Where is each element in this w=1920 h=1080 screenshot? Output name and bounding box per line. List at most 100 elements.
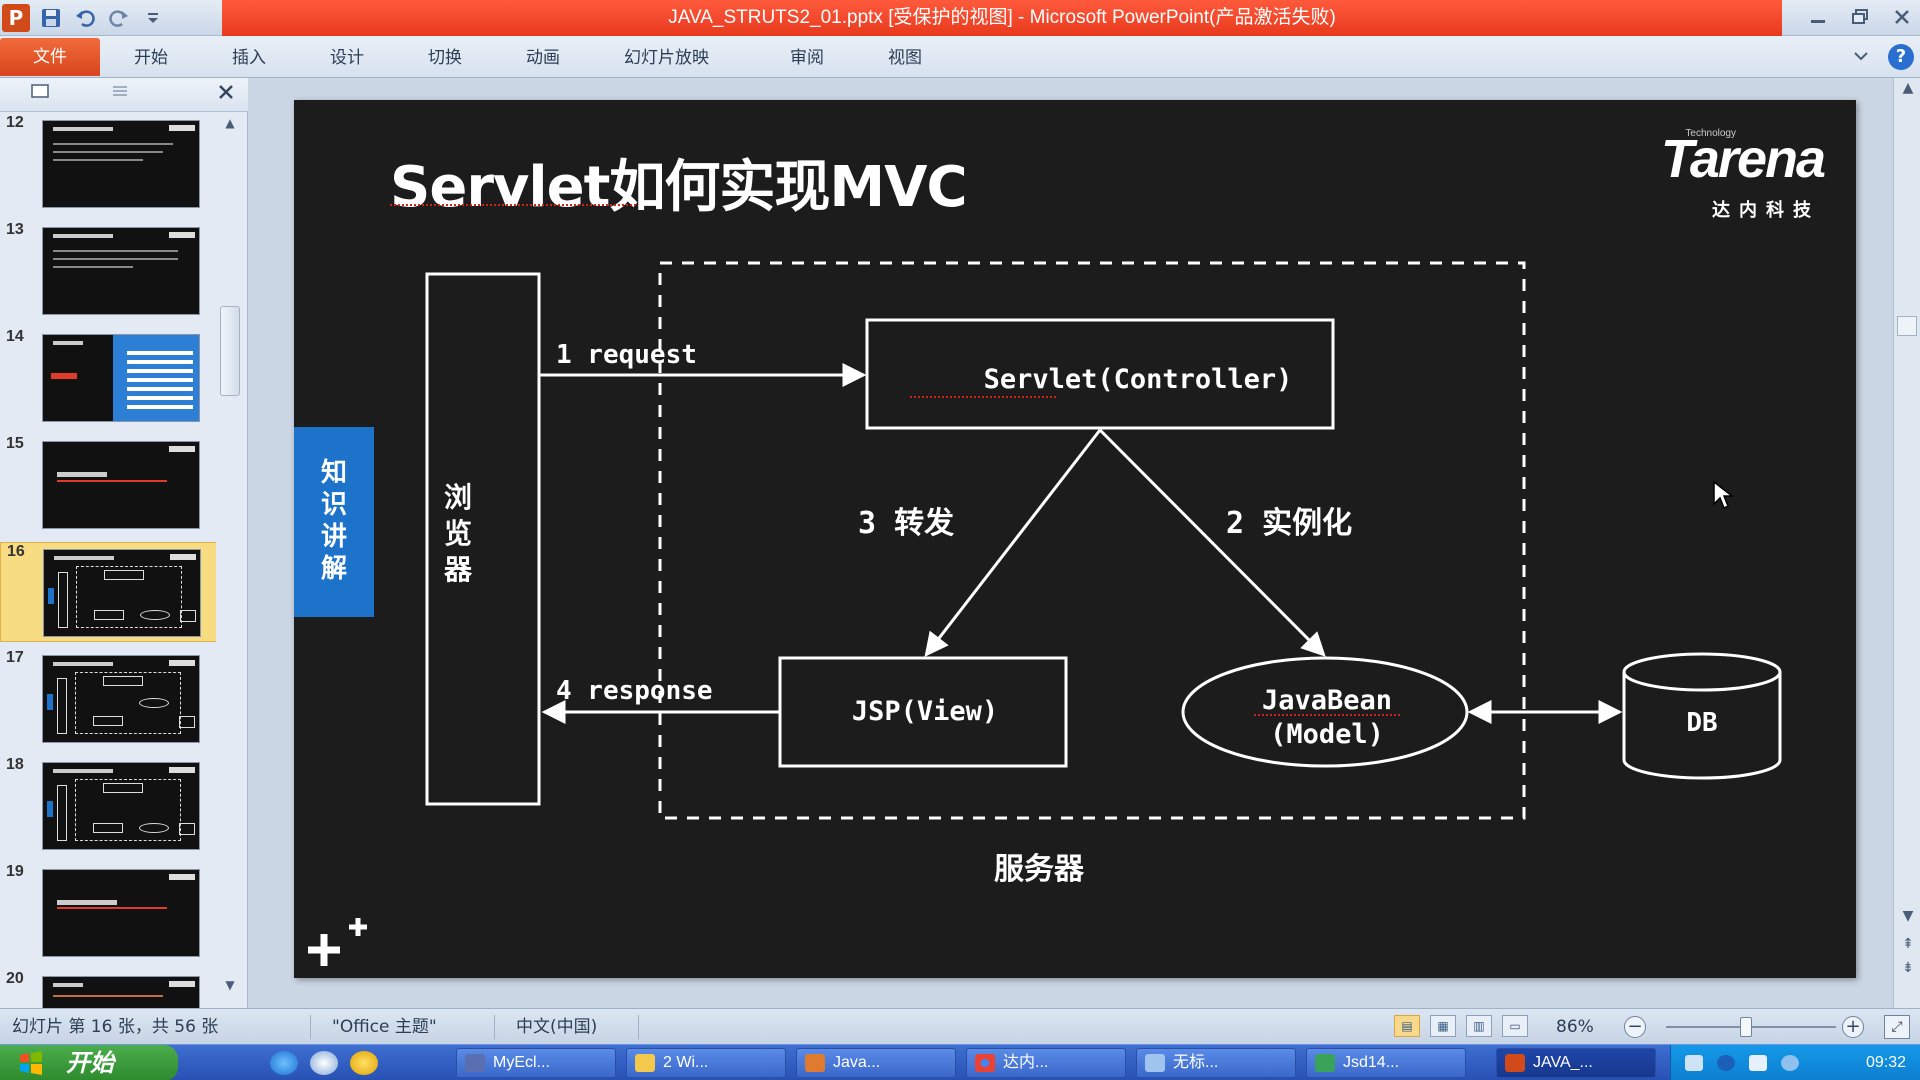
slides-panel-scrollbar[interactable]: ▲ ▼ [216, 116, 242, 996]
slide-thumbnail[interactable]: 13 [0, 221, 220, 321]
language-indicator[interactable]: 中文(中国) [516, 1009, 597, 1045]
volume-icon[interactable] [1749, 1055, 1767, 1071]
ime-icon[interactable] [1781, 1055, 1799, 1071]
status-separator [638, 1015, 639, 1039]
minimize-icon[interactable] [1804, 7, 1832, 29]
reading-view-icon[interactable]: ▥ [1466, 1015, 1492, 1037]
notepad-icon [1145, 1054, 1165, 1072]
powerpoint-icon [1505, 1054, 1525, 1072]
next-slide-icon[interactable]: ⇟ [1898, 960, 1918, 976]
taskbar-button-jsd[interactable]: Jsd14... [1306, 1048, 1466, 1078]
scroll-up-icon[interactable]: ▲ [1898, 80, 1918, 96]
instantiate-arrow [1098, 428, 1326, 657]
task-label: JAVA_... [1533, 1054, 1593, 1071]
ribbon-tabs: 文件 开始 插入 设计 切换 动画 幻灯片放映 审阅 视图 ? [0, 36, 1920, 78]
save-icon[interactable] [38, 5, 64, 31]
window-title: JAVA_STRUTS2_01.pptx [受保护的视图] - Microsof… [222, 0, 1782, 36]
close-panel-icon[interactable] [214, 82, 238, 108]
slideshow-view-icon[interactable]: ▭ [1502, 1015, 1528, 1037]
undo-icon[interactable] [72, 5, 98, 31]
task-label: 达内... [1003, 1054, 1049, 1071]
theme-name[interactable]: "Office 主题" [332, 1009, 437, 1045]
close-window-icon[interactable] [1888, 7, 1916, 29]
taskbar-button-explorer[interactable]: 2 Wi... [626, 1048, 786, 1078]
slides-panel-tabs [0, 78, 248, 112]
customize-toolbar-icon[interactable] [140, 5, 166, 31]
windows-flag-icon [20, 1051, 42, 1075]
forward-label: 3 转发 [858, 506, 955, 541]
scroll-down-icon[interactable]: ▼ [220, 978, 240, 992]
slide-thumbnail[interactable]: 17 [0, 649, 220, 749]
scrollbar-thumb[interactable] [1897, 316, 1917, 336]
thumbnail-image [42, 655, 200, 743]
slide-thumbnail[interactable]: 15 [0, 435, 220, 535]
slide-number: 13 [6, 221, 24, 238]
system-tray: 09:32 [1670, 1045, 1920, 1080]
view-buttons: ▤ ▦ ▥ ▭ [1394, 1015, 1528, 1037]
slide-thumbnail[interactable]: 20 [0, 970, 220, 1010]
mouse-cursor-icon [1712, 480, 1735, 514]
tab-transitions[interactable]: 切换 [428, 43, 462, 73]
start-button[interactable]: 开始 [0, 1045, 178, 1080]
tab-review[interactable]: 审阅 [790, 43, 824, 73]
tab-file[interactable]: 文件 [0, 38, 100, 76]
quick-launch [270, 1051, 378, 1075]
tab-view[interactable]: 视图 [888, 43, 922, 73]
help-icon[interactable]: ? [1888, 44, 1914, 70]
outline-tab-icon[interactable] [80, 82, 160, 108]
redo-icon[interactable] [106, 5, 132, 31]
slide-number: 20 [6, 970, 24, 987]
tab-slideshow[interactable]: 幻灯片放映 [624, 43, 709, 73]
db-label: DB [1686, 708, 1718, 738]
model-line: (Model) [1270, 719, 1384, 750]
slides-tab-icon[interactable] [0, 82, 80, 108]
slide-thumbnail-active[interactable]: 16 [0, 542, 220, 642]
restore-icon[interactable] [1846, 7, 1874, 29]
zoom-level[interactable]: 86% [1556, 1009, 1594, 1045]
media-player-icon[interactable] [350, 1051, 378, 1075]
java-icon [805, 1054, 825, 1072]
zoom-out-icon[interactable]: − [1624, 1016, 1646, 1038]
slide-sorter-icon[interactable]: ▦ [1430, 1015, 1456, 1037]
current-slide[interactable]: Servlet如何实现MVC Technology Tarena 达内科技 知 … [294, 100, 1856, 978]
taskbar-button-chrome[interactable]: 达内... [966, 1048, 1126, 1078]
instantiate-label: 2 实例化 [1226, 506, 1353, 541]
taskbar-button-myeclipse[interactable]: MyEcl... [456, 1048, 616, 1078]
slide-thumbnail[interactable]: 14 [0, 328, 220, 428]
editing-area-scrollbar[interactable]: ▲ ▼ ⇞ ⇟ [1893, 78, 1920, 1008]
tab-insert[interactable]: 插入 [232, 43, 266, 73]
zoom-slider-thumb[interactable] [1739, 1017, 1752, 1037]
slide-thumbnail[interactable]: 19 [0, 863, 220, 963]
show-desktop-icon[interactable] [310, 1051, 338, 1075]
network-icon[interactable] [1717, 1055, 1735, 1071]
slide-thumbnail[interactable]: 12 [0, 114, 220, 214]
clock[interactable]: 09:32 [1866, 1045, 1906, 1080]
taskbar-button-notepad[interactable]: 无标... [1136, 1048, 1296, 1078]
scrollbar-thumb[interactable] [220, 306, 240, 396]
fit-to-window-icon[interactable]: ⤢ [1884, 1015, 1910, 1039]
db-cylinder-top [1622, 652, 1782, 692]
powerpoint-app-icon[interactable]: P [2, 4, 30, 32]
folder-icon [635, 1054, 655, 1072]
tab-design[interactable]: 设计 [330, 43, 364, 73]
mvc-diagram: 浏 览 器 Servlet(Controller) JSP(View) Java… [294, 100, 1856, 978]
slide-number: 17 [6, 649, 24, 666]
zoom-in-icon[interactable]: + [1842, 1016, 1864, 1038]
minimize-ribbon-icon[interactable] [1852, 48, 1870, 67]
browser-char: 器 [443, 553, 472, 586]
start-label: 开始 [66, 1049, 114, 1077]
servlet-controller-label: Servlet(Controller) [983, 364, 1293, 395]
slide-thumbnail[interactable]: 18 [0, 756, 220, 856]
previous-slide-icon[interactable]: ⇞ [1898, 936, 1918, 952]
slide-number: 16 [7, 543, 25, 560]
scroll-up-icon[interactable]: ▲ [220, 116, 240, 130]
tab-home[interactable]: 开始 [134, 43, 168, 73]
taskbar-button-java[interactable]: Java... [796, 1048, 956, 1078]
taskbar-button-powerpoint[interactable]: JAVA_... [1496, 1048, 1656, 1078]
keyboard-icon[interactable] [1685, 1055, 1703, 1071]
title-bar: P JAVA_STRUTS2_01.pptx [受保护的视图] - Micros… [0, 0, 1920, 36]
scroll-down-icon[interactable]: ▼ [1898, 908, 1918, 924]
ie-icon[interactable] [270, 1051, 298, 1075]
tab-animations[interactable]: 动画 [526, 43, 560, 73]
normal-view-icon[interactable]: ▤ [1394, 1015, 1420, 1037]
